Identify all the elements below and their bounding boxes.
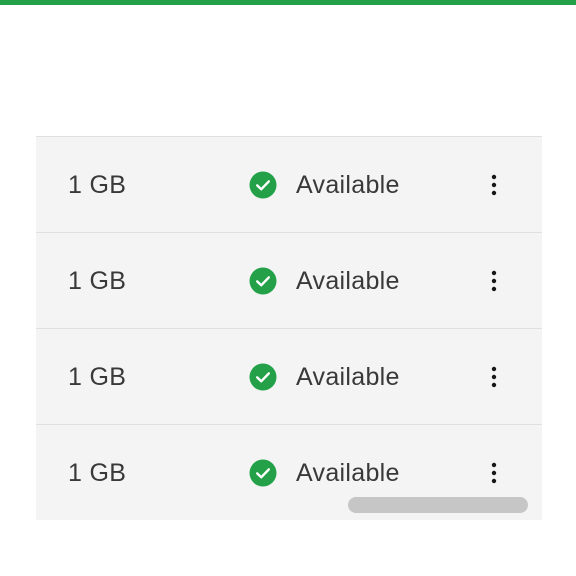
- status-cell: Available: [249, 137, 400, 233]
- status-label: Available: [296, 458, 400, 487]
- status-cell: Available: [249, 233, 400, 329]
- size-cell: 1 GB: [68, 171, 127, 199]
- page: 1 GB Available 1 GB Available 1 GB Avail…: [0, 0, 576, 576]
- checkmark-filled-icon: [249, 459, 277, 487]
- table-row: 1 GB Available: [36, 329, 542, 425]
- table-row: 1 GB Available: [36, 233, 542, 329]
- storage-table: 1 GB Available 1 GB Available 1 GB Avail…: [36, 136, 542, 520]
- checkmark-filled-icon: [249, 171, 277, 199]
- row-overflow-menu-button[interactable]: [476, 453, 512, 493]
- checkmark-filled-icon: [249, 363, 277, 391]
- status-cell: Available: [249, 329, 400, 425]
- horizontal-scrollbar-thumb[interactable]: [348, 497, 528, 513]
- overflow-menu-vertical-icon: [491, 270, 497, 292]
- status-label: Available: [296, 266, 400, 295]
- status-label: Available: [296, 362, 400, 391]
- row-overflow-menu-button[interactable]: [476, 357, 512, 397]
- overflow-menu-vertical-icon: [491, 366, 497, 388]
- size-cell: 1 GB: [68, 363, 127, 391]
- top-accent-bar: [0, 0, 576, 5]
- row-overflow-menu-button[interactable]: [476, 165, 512, 205]
- table-row: 1 GB Available: [36, 137, 542, 233]
- size-cell: 1 GB: [68, 267, 127, 295]
- status-label: Available: [296, 170, 400, 199]
- row-overflow-menu-button[interactable]: [476, 261, 512, 301]
- checkmark-filled-icon: [249, 267, 277, 295]
- overflow-menu-vertical-icon: [491, 174, 497, 196]
- size-cell: 1 GB: [68, 459, 127, 487]
- overflow-menu-vertical-icon: [491, 462, 497, 484]
